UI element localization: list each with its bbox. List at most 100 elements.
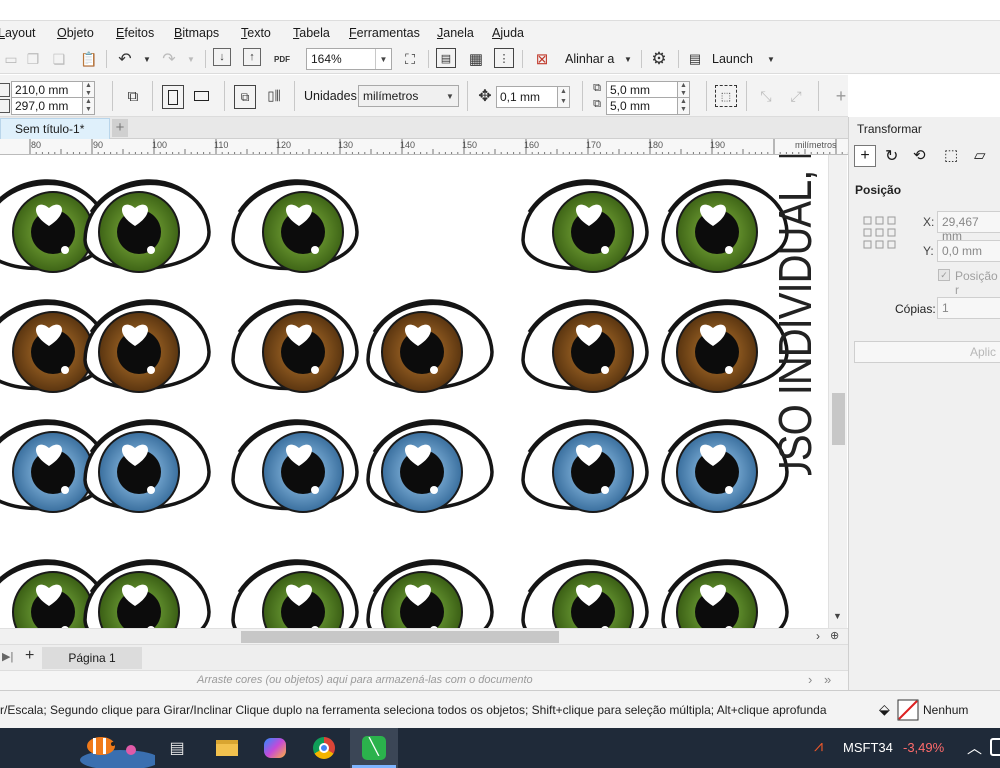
pdf-icon[interactable]: PDF bbox=[271, 48, 293, 70]
publish-icon[interactable]: ▭ bbox=[0, 48, 22, 70]
scale-mirror-icon[interactable]: ⟲ bbox=[913, 146, 926, 164]
vertical-scrollbar[interactable]: ▼ bbox=[828, 155, 847, 629]
copy-icon-2[interactable]: ❏ bbox=[48, 48, 70, 70]
chevron-up-icon[interactable]: ︿ bbox=[967, 737, 982, 758]
eye-sticker[interactable] bbox=[83, 179, 211, 273]
page-height-field[interactable]: 297,0 mm bbox=[11, 97, 83, 115]
menu-objeto[interactable]: Objeto bbox=[57, 26, 94, 40]
zoom-select[interactable]: 164% ▼ bbox=[306, 48, 392, 70]
coreldraw-taskbar-icon[interactable]: ╲ bbox=[350, 728, 398, 768]
snap-object-icon[interactable]: ⤢ bbox=[785, 85, 807, 107]
horizontal-scrollbar[interactable]: › ⊕ bbox=[0, 628, 848, 644]
apply-button[interactable]: Aplic bbox=[854, 341, 1000, 363]
add-tab-button[interactable]: + bbox=[112, 119, 128, 137]
system-tray-icon[interactable] bbox=[990, 738, 1000, 756]
palette-scroll-right-icon[interactable]: › bbox=[808, 672, 812, 687]
all-pages-icon[interactable]: ⧉ bbox=[234, 85, 256, 109]
eye-sticker[interactable] bbox=[83, 299, 211, 393]
stock-chart-icon[interactable]: ⩘ bbox=[814, 738, 823, 756]
full-screen-icon[interactable]: ⛶ bbox=[399, 48, 421, 70]
vertical-text[interactable]: USO INDIVIDUAL, N bbox=[770, 155, 822, 475]
file-explorer-icon[interactable] bbox=[210, 734, 244, 762]
launch-label[interactable]: Launch bbox=[712, 52, 753, 66]
units-select[interactable]: milímetros ▼ bbox=[358, 85, 459, 107]
scroll-down-icon[interactable]: ▼ bbox=[833, 611, 842, 621]
task-view-icon[interactable]: ▤ bbox=[160, 734, 194, 762]
last-page-icon[interactable]: ▶| bbox=[2, 650, 13, 663]
launch-dropdown-icon[interactable]: ▼ bbox=[760, 48, 782, 70]
launch-icon[interactable]: ▤ bbox=[684, 48, 706, 70]
paste-icon[interactable]: 📋 bbox=[78, 48, 100, 70]
chrome-icon[interactable] bbox=[307, 734, 341, 762]
grid-icon[interactable]: ▦ bbox=[465, 48, 487, 70]
snap-off-icon[interactable]: ⊠ bbox=[531, 48, 553, 70]
eye-sticker[interactable] bbox=[366, 299, 494, 393]
landscape-button[interactable] bbox=[190, 85, 212, 107]
import-icon[interactable]: ↓ bbox=[213, 48, 231, 66]
eye-sticker[interactable] bbox=[366, 559, 494, 629]
export-icon[interactable]: ↑ bbox=[243, 48, 261, 66]
drawing-canvas[interactable]: USO INDIVIDUAL, N bbox=[0, 155, 830, 629]
eye-sticker[interactable] bbox=[83, 559, 211, 629]
portrait-button[interactable] bbox=[162, 85, 184, 109]
horizontal-scroll-thumb[interactable] bbox=[241, 631, 559, 643]
duplicate-y-field[interactable]: 5,0 mm bbox=[606, 97, 678, 115]
align-dropdown-icon[interactable]: ▼ bbox=[617, 48, 639, 70]
guidelines-icon[interactable]: ⋮ bbox=[494, 48, 514, 68]
duplicate-y-spinner[interactable]: ▲ ▼ bbox=[678, 97, 690, 115]
menu-efeitos[interactable]: Efeitos bbox=[116, 26, 154, 40]
gear-icon[interactable]: ⚙ bbox=[648, 48, 670, 70]
undo-icon[interactable]: ↶ bbox=[114, 48, 136, 70]
eye-sticker[interactable] bbox=[366, 419, 494, 513]
no-fill-icon[interactable] bbox=[897, 699, 919, 721]
eye-sticker[interactable] bbox=[661, 419, 789, 513]
copies-field[interactable]: 1 bbox=[937, 297, 1000, 319]
current-page-icon[interactable]: ▯⫼ bbox=[263, 85, 285, 107]
vertical-scroll-thumb[interactable] bbox=[832, 393, 845, 445]
nudge-field[interactable]: 0,1 mm bbox=[496, 86, 558, 108]
eye-sticker[interactable] bbox=[521, 299, 649, 393]
eye-sticker[interactable] bbox=[661, 559, 789, 629]
add-page-icon[interactable]: + bbox=[25, 647, 34, 665]
menu-bitmaps[interactable]: Bitmaps bbox=[174, 26, 219, 40]
horizontal-ruler[interactable]: 80 90 100 110 120 130 140 150 160 170 18… bbox=[0, 139, 848, 155]
treat-as-filled-icon[interactable]: ⬚ bbox=[715, 85, 737, 107]
eye-sticker[interactable] bbox=[231, 299, 359, 393]
redo-icon[interactable]: ↷ bbox=[158, 48, 180, 70]
eye-sticker[interactable] bbox=[231, 559, 359, 629]
stock-symbol[interactable]: MSFT34 bbox=[843, 740, 893, 755]
relative-position-checkbox[interactable]: ✓ bbox=[938, 269, 950, 281]
palette-scroll-end-icon[interactable]: » bbox=[824, 672, 831, 687]
eye-sticker[interactable] bbox=[521, 559, 649, 629]
y-position-field[interactable]: 0,0 mm bbox=[937, 240, 1000, 262]
eye-sticker[interactable] bbox=[231, 179, 359, 273]
rotate-mode-icon[interactable]: ↻ bbox=[885, 146, 898, 166]
page-orientation-icon[interactable]: ⧉ bbox=[122, 85, 144, 107]
height-spinner[interactable]: ▲ ▼ bbox=[83, 97, 95, 115]
eye-sticker[interactable] bbox=[521, 179, 649, 273]
size-mode-icon[interactable]: ⬚ bbox=[944, 146, 958, 164]
eye-sticker[interactable] bbox=[661, 299, 789, 393]
menu-texto[interactable]: Texto bbox=[241, 26, 271, 40]
eyes-artwork[interactable] bbox=[0, 155, 830, 629]
eye-sticker[interactable] bbox=[661, 179, 789, 273]
menu-layout[interactable]: Layout bbox=[0, 26, 36, 40]
rulers-icon[interactable]: ▤ bbox=[436, 48, 456, 68]
menu-janela[interactable]: Janela bbox=[437, 26, 474, 40]
fill-bucket-icon[interactable]: ⬙ bbox=[879, 701, 890, 718]
nudge-spinner[interactable]: ▲ ▼ bbox=[558, 86, 570, 108]
position-mode-icon[interactable]: + bbox=[854, 145, 876, 167]
menu-ajuda[interactable]: Ajuda bbox=[492, 26, 524, 40]
x-position-field[interactable]: 29,467 mm bbox=[937, 211, 1000, 243]
redo-dropdown-icon[interactable]: ▼ bbox=[180, 48, 202, 70]
eye-sticker[interactable] bbox=[83, 419, 211, 513]
eye-sticker[interactable] bbox=[231, 419, 359, 513]
snap-node-icon[interactable]: ⤡ bbox=[755, 85, 777, 107]
menu-tabela[interactable]: Tabela bbox=[293, 26, 330, 40]
undo-dropdown-icon[interactable]: ▼ bbox=[136, 48, 158, 70]
copilot-icon[interactable] bbox=[258, 734, 292, 762]
skew-mode-icon[interactable]: ▱ bbox=[974, 146, 986, 164]
eye-sticker[interactable] bbox=[521, 419, 649, 513]
add-icon[interactable]: + bbox=[830, 85, 852, 107]
anchor-grid-icon[interactable] bbox=[863, 216, 897, 250]
